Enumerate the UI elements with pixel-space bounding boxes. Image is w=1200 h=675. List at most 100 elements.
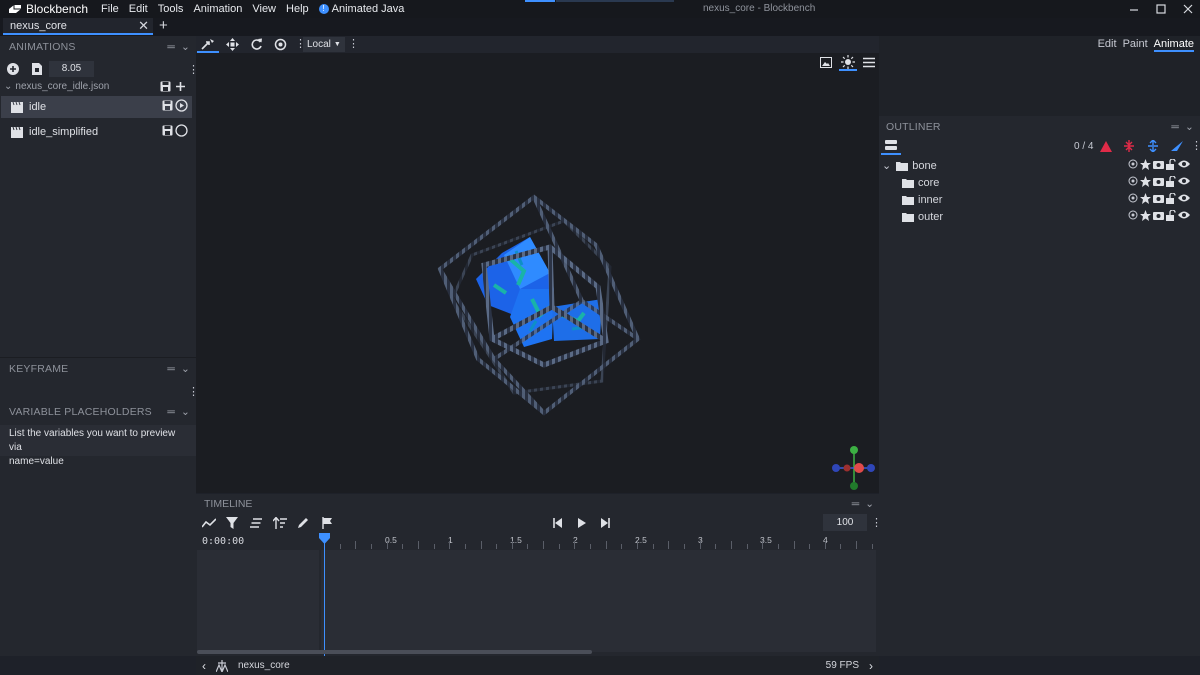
eye-icon[interactable] [1178,210,1190,220]
more-options-icon[interactable]: ⋮ [348,37,359,50]
star-icon[interactable] [1140,210,1151,221]
lock-circle-icon[interactable] [1128,159,1138,169]
play-icon[interactable] [577,518,587,528]
play-circle-icon[interactable] [175,99,188,112]
axis-gizmo[interactable] [828,442,878,490]
panel-menu-icon[interactable]: ═ [852,498,859,510]
save-icon[interactable] [160,81,171,92]
move-pivot-tool[interactable] [197,36,219,53]
minimize-button[interactable] [1119,0,1149,18]
sort-icon[interactable] [273,517,287,529]
unlock-icon[interactable] [1166,193,1176,204]
mode-paint[interactable]: Paint [1123,38,1148,52]
viewport-menu-button[interactable] [863,57,875,68]
more-options-icon[interactable]: ⋮ [871,516,882,529]
camera-icon[interactable] [1153,159,1164,169]
save-icon[interactable] [162,100,173,111]
y-axis-handle[interactable] [850,446,858,454]
eye-icon[interactable] [1178,159,1190,169]
paper-plane-icon[interactable] [1171,141,1183,151]
add-icon[interactable] [175,81,186,92]
camera-icon[interactable] [1153,176,1164,186]
graph-editor-icon[interactable] [202,518,216,528]
collapse-icon[interactable]: ⌄ [181,41,190,53]
unlock-icon[interactable] [1166,210,1176,221]
more-options-icon[interactable]: ⋮ [1191,139,1200,152]
close-window-button[interactable] [1173,0,1200,18]
chevron-down-icon[interactable]: ⌄ [882,159,891,172]
playhead-line[interactable] [324,536,325,656]
import-animation-button[interactable] [31,62,43,76]
x-axis-handle[interactable] [854,463,864,473]
animation-item-idle-simplified[interactable]: idle_simplified [1,121,192,143]
sidebar-right-toggle-icon[interactable]: › [869,659,873,673]
star-icon[interactable] [1140,193,1151,204]
star-icon[interactable] [1140,159,1151,170]
unlock-icon[interactable] [1166,159,1176,170]
star-icon[interactable] [1140,176,1151,187]
collapse-icon[interactable]: ⌄ [1185,121,1194,133]
outliner-toggle-button[interactable] [881,138,901,155]
collapse-icon[interactable]: ⌄ [181,406,190,418]
playhead-handle-icon[interactable] [319,533,330,544]
outliner-node-core[interactable]: core [879,174,1200,191]
camera-icon[interactable] [1153,193,1164,203]
timeline-scrollbar[interactable] [197,650,592,654]
skip-forward-icon[interactable] [600,518,610,528]
neg-x-axis-handle[interactable] [843,464,851,472]
collapse-all-icon[interactable] [1124,140,1134,152]
animation-file-row[interactable]: ⌄ nexus_core_idle.json [4,81,109,92]
outliner-node-bone[interactable]: ⌄ bone [879,157,1200,174]
collapse-icon[interactable]: ⌄ [181,363,190,375]
menu-animated-java[interactable]: ! Animated Java [314,3,410,15]
timeline-ruler[interactable]: 0.5 1 1.5 2 2.5 3 3.5 4 [320,532,876,549]
save-icon[interactable] [162,125,173,136]
move-tool[interactable] [221,36,243,53]
menu-help[interactable]: Help [281,3,314,15]
panel-menu-icon[interactable]: ═ [1171,121,1179,133]
skip-back-icon[interactable] [553,518,563,528]
collapse-icon[interactable]: ⌄ [865,498,874,510]
pencil-icon[interactable] [297,517,309,529]
filter-icon[interactable] [226,517,238,529]
menu-edit[interactable]: Edit [124,3,153,15]
flag-icon[interactable] [322,517,333,529]
playback-speed-input[interactable]: 100 [823,514,867,531]
expand-all-icon[interactable] [1148,140,1158,152]
menu-file[interactable]: File [96,3,124,15]
tab-nexus-core[interactable]: nexus_core ✕ [3,18,153,35]
panel-menu-icon[interactable]: ═ [167,363,175,375]
add-animation-button[interactable] [6,62,20,76]
camera-icon[interactable] [1153,210,1164,220]
menu-tools[interactable]: Tools [153,3,189,15]
outliner-node-inner[interactable]: inner [879,191,1200,208]
nexus-core-model[interactable] [432,189,652,419]
animation-length-input[interactable]: 8.05 [49,61,94,77]
rotate-tool[interactable] [245,36,267,53]
tab-close-icon[interactable]: ✕ [138,18,149,34]
new-tab-button[interactable]: + [159,17,168,34]
lock-circle-icon[interactable] [1128,176,1138,186]
circle-icon[interactable] [175,124,188,137]
pivot-tool[interactable] [269,36,291,53]
eye-icon[interactable] [1178,193,1190,203]
screenshot-button[interactable] [820,57,832,68]
lock-circle-icon[interactable] [1128,210,1138,220]
align-lines-icon[interactable] [250,518,262,528]
eye-icon[interactable] [1178,176,1190,186]
menu-animation[interactable]: Animation [188,3,247,15]
maximize-button[interactable] [1146,0,1176,18]
menu-view[interactable]: View [247,3,281,15]
unlock-icon[interactable] [1166,176,1176,187]
panel-menu-icon[interactable]: ═ [167,406,175,418]
panel-menu-icon[interactable]: ═ [167,41,175,53]
variable-placeholders-textarea[interactable]: List the variables you want to preview v… [0,425,196,467]
lock-circle-icon[interactable] [1128,193,1138,203]
lighting-toggle[interactable] [839,55,857,71]
animation-item-idle[interactable]: idle [1,96,192,118]
sidebar-left-toggle-icon[interactable]: ‹ [202,659,206,673]
transform-space-select[interactable]: Local ▼ [303,37,345,52]
mode-edit[interactable]: Edit [1098,38,1117,52]
mode-animate[interactable]: Animate [1153,38,1194,52]
outliner-node-outer[interactable]: outer [879,208,1200,225]
